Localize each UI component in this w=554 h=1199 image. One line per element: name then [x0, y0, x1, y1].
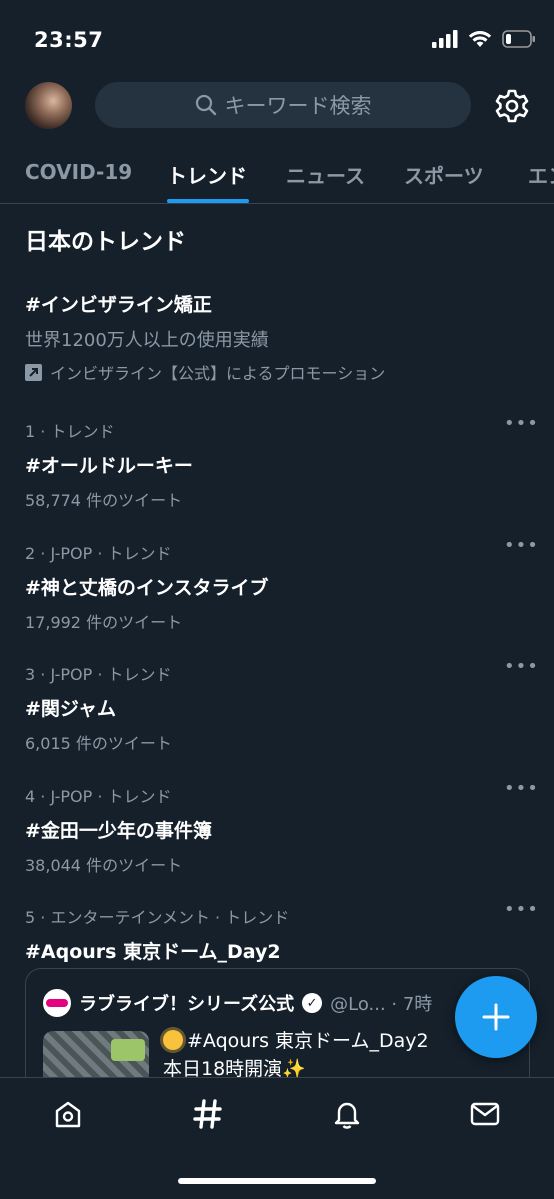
trend-item[interactable]: 3 · J-POP · トレンド #関ジャム 6,015 件のツイート •••	[25, 658, 538, 754]
trend-item[interactable]: 4 · J-POP · トレンド #金田一少年の事件簿 38,044 件のツイー…	[25, 780, 538, 876]
trend-item[interactable]: 2 · J-POP · トレンド #神と丈橋のインスタライブ 17,992 件の…	[25, 537, 538, 633]
promoted-icon	[25, 363, 42, 381]
trend-count: 58,774 件のツイート	[25, 491, 183, 510]
more-options-icon[interactable]: •••	[504, 537, 538, 560]
tweet-text: #Aqours 東京ドーム_Day2 本日18時開演✨	[163, 1027, 429, 1083]
envelope-icon	[470, 1102, 500, 1126]
nav-messages[interactable]	[465, 1094, 505, 1134]
promoted-trend-name: #インビザライン矯正	[25, 294, 212, 316]
tab-covid19[interactable]: COVID-19	[25, 160, 132, 184]
trend-meta: 2 · J-POP · トレンド	[25, 544, 172, 563]
promoted-trend-description: 世界1200万人以上の使用実績	[25, 330, 269, 351]
profile-avatar[interactable]	[25, 82, 72, 129]
battery-icon	[502, 30, 535, 48]
trend-count: 17,992 件のツイート	[25, 613, 183, 632]
promoted-by-row: インビザライン【公式】によるプロモーション	[25, 360, 525, 384]
more-options-icon[interactable]: •••	[504, 901, 538, 924]
home-indicator[interactable]	[178, 1178, 376, 1184]
search-icon	[195, 94, 216, 116]
compose-tweet-button[interactable]	[455, 976, 537, 1058]
trend-name: #オールドルーキー	[25, 455, 193, 477]
trend-name: #関ジャム	[25, 698, 116, 720]
home-icon	[55, 1101, 81, 1128]
nav-notifications[interactable]	[327, 1094, 367, 1134]
gear-icon[interactable]	[494, 88, 530, 124]
tweet-author-avatar[interactable]	[43, 989, 71, 1017]
tweet-handle: @Lo... · 7時	[330, 994, 433, 1015]
tweet-text-line1: #Aqours 東京ドーム_Day2	[187, 1030, 429, 1052]
signal-icon	[432, 30, 458, 48]
sun-emoji-icon	[163, 1030, 183, 1050]
tab-trends[interactable]: トレンド	[167, 160, 247, 189]
search-input[interactable]: キーワード検索	[95, 82, 471, 128]
section-title: 日本のトレンド	[25, 229, 186, 255]
hashtag-icon	[193, 1099, 222, 1129]
explore-tabs: COVID-19 トレンド ニュース スポーツ エン	[0, 148, 554, 204]
promoted-trend[interactable]: #インビザライン矯正 世界1200万人以上の使用実績 インビザライン【公式】によ…	[25, 290, 525, 384]
top-bar: キーワード検索	[0, 82, 554, 130]
trend-name: #Aqours 東京ドーム_Day2	[25, 941, 281, 963]
tweet-author-name: ラブライブ！シリーズ公式	[79, 994, 295, 1015]
trend-name: #神と丈橋のインスタライブ	[25, 577, 269, 599]
tab-sports[interactable]: スポーツ	[404, 160, 484, 189]
promoted-by-label: インビザライン【公式】によるプロモーション	[50, 364, 386, 383]
plus-icon	[482, 1003, 510, 1031]
bell-icon	[334, 1102, 360, 1129]
active-tab-indicator	[167, 199, 249, 203]
trend-count: 6,015 件のツイート	[25, 734, 172, 753]
trend-meta: 3 · J-POP · トレンド	[25, 665, 172, 684]
trend-item[interactable]: 1 · トレンド #オールドルーキー 58,774 件のツイート •••	[25, 415, 538, 511]
more-options-icon[interactable]: •••	[504, 658, 538, 681]
more-options-icon[interactable]: •••	[504, 780, 538, 803]
verified-icon: ✓	[302, 993, 323, 1013]
wifi-icon	[468, 31, 492, 47]
nav-explore[interactable]	[188, 1094, 228, 1134]
trend-meta: 4 · J-POP · トレンド	[25, 787, 172, 806]
trend-name: #金田一少年の事件簿	[25, 820, 212, 842]
status-bar: 23:57	[0, 0, 554, 82]
nav-home[interactable]	[48, 1094, 88, 1134]
tweet-header: ラブライブ！シリーズ公式 ✓ @Lo... · 7時	[43, 989, 432, 1017]
trend-meta: 1 · トレンド	[25, 422, 115, 441]
trend-count: 38,044 件のツイート	[25, 856, 183, 875]
status-time: 23:57	[34, 28, 104, 52]
tab-news[interactable]: ニュース	[286, 160, 365, 189]
search-placeholder: キーワード検索	[224, 94, 372, 118]
trend-meta: 5 · エンターテインメント · トレンド	[25, 908, 290, 927]
tab-entertainment[interactable]: エン	[528, 160, 554, 189]
status-icons	[432, 30, 536, 48]
more-options-icon[interactable]: •••	[504, 415, 538, 438]
